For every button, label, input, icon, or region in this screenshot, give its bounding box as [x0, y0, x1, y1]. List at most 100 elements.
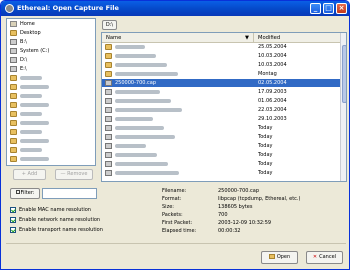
- place-item[interactable]: [7, 137, 95, 145]
- open-capture-file-dialog: Ethereal: Open Capture File _ □ × Home De…: [0, 0, 350, 270]
- place-item[interactable]: Desktop: [7, 29, 95, 37]
- maximize-button[interactable]: □: [323, 3, 334, 14]
- info-label: Format:: [162, 196, 182, 202]
- obscured-label: [20, 76, 42, 80]
- mac-resolution-label[interactable]: Enable MAC name resolution: [19, 207, 91, 213]
- place-item[interactable]: [7, 83, 95, 91]
- place-label: D:\: [20, 57, 28, 63]
- file-modified: 29.10.2003: [258, 116, 287, 122]
- place-item[interactable]: Home: [7, 20, 95, 28]
- obscured-file-name: [115, 62, 167, 67]
- place-item[interactable]: B:\: [7, 38, 95, 46]
- file-icon: [105, 133, 112, 140]
- network-resolution-label[interactable]: Enable network name resolution: [19, 217, 100, 223]
- place-label: Desktop: [20, 30, 41, 36]
- open-button[interactable]: Open: [261, 251, 298, 264]
- place-item[interactable]: [7, 92, 95, 100]
- info-value: 250000-700.cap: [218, 188, 260, 194]
- file-icon: [105, 169, 112, 176]
- places-list: Home Desktop B:\ System (C:) D:\ E:\: [6, 18, 96, 166]
- file-list-scrollbar[interactable]: [340, 33, 346, 181]
- info-label: Filename:: [162, 188, 187, 194]
- obscured-label: [20, 130, 42, 134]
- place-item[interactable]: [7, 128, 95, 136]
- place-item[interactable]: E:\: [7, 65, 95, 73]
- file-row[interactable]: Montag: [102, 70, 340, 78]
- file-row[interactable]: 10.03.2004: [102, 61, 340, 69]
- sort-arrow-icon: ▼: [245, 35, 249, 41]
- filter-icon: [15, 190, 20, 194]
- obscured-file-name: [115, 116, 153, 121]
- file-row[interactable]: 22.03.2004: [102, 106, 340, 114]
- folder-icon: [10, 129, 17, 135]
- file-modified: Today: [258, 134, 273, 140]
- file-modified: 10.03.2004: [258, 62, 287, 68]
- file-icon: [105, 124, 112, 131]
- place-item[interactable]: [7, 101, 95, 109]
- info-value: 138605 bytes: [218, 204, 253, 210]
- obscured-file-name: [115, 44, 145, 49]
- column-header-name[interactable]: Name ▼: [102, 33, 254, 43]
- file-row[interactable]: Today: [102, 169, 340, 177]
- file-row[interactable]: 250000-700.cap 02.05.2004: [102, 79, 340, 87]
- folder-icon: [10, 30, 17, 36]
- file-icon: [105, 79, 112, 86]
- folder-icon: [10, 102, 17, 108]
- file-row[interactable]: Today: [102, 133, 340, 141]
- file-modified: Today: [258, 152, 273, 158]
- separator: [6, 243, 346, 244]
- obscured-file-name: [115, 53, 156, 58]
- close-button[interactable]: ×: [336, 3, 347, 14]
- filter-button[interactable]: Filter:: [10, 188, 40, 199]
- place-item[interactable]: [7, 110, 95, 118]
- folder-icon: [105, 70, 112, 77]
- folder-icon: [10, 147, 17, 153]
- obscured-label: [20, 85, 49, 89]
- place-item[interactable]: [7, 155, 95, 163]
- file-row[interactable]: 29.10.2003: [102, 115, 340, 123]
- network-resolution-checkbox[interactable]: [10, 217, 16, 223]
- drive-icon: [10, 39, 17, 45]
- file-row[interactable]: Today: [102, 151, 340, 159]
- mac-resolution-checkbox[interactable]: [10, 207, 16, 213]
- minimize-button[interactable]: _: [310, 3, 321, 14]
- place-item[interactable]: D:\: [7, 56, 95, 64]
- folder-icon: [10, 120, 17, 126]
- scrollbar-thumb[interactable]: [342, 45, 346, 103]
- folder-icon: [10, 75, 17, 81]
- cancel-button[interactable]: ✕ Cancel: [306, 251, 343, 264]
- file-modified: Today: [258, 170, 273, 176]
- obscured-label: [20, 103, 49, 107]
- file-modified: 25.05.2004: [258, 44, 287, 50]
- file-row[interactable]: Today: [102, 124, 340, 132]
- remove-place-button[interactable]: — Remove: [55, 169, 93, 180]
- folder-icon: [105, 52, 112, 59]
- obscured-file-name: [115, 125, 164, 130]
- drive-icon: [10, 57, 17, 63]
- file-row[interactable]: Today: [102, 160, 340, 168]
- add-place-button[interactable]: + Add: [13, 169, 46, 180]
- file-row[interactable]: Today: [102, 142, 340, 150]
- obscured-label: [20, 139, 49, 143]
- file-icon: [105, 106, 112, 113]
- transport-resolution-label[interactable]: Enable transport name resolution: [19, 227, 103, 233]
- column-header-modified[interactable]: Modified: [254, 33, 340, 43]
- place-item[interactable]: [7, 74, 95, 82]
- filter-input[interactable]: [42, 188, 97, 199]
- path-button-d[interactable]: D:\: [102, 20, 117, 30]
- place-item[interactable]: [7, 146, 95, 154]
- file-modified: 02.05.2004: [258, 80, 287, 86]
- transport-resolution-checkbox[interactable]: [10, 227, 16, 233]
- folder-icon: [10, 138, 17, 144]
- file-row[interactable]: 17.09.2003: [102, 88, 340, 96]
- file-modified: Today: [258, 125, 273, 131]
- obscured-file-name: [115, 98, 171, 103]
- place-item[interactable]: System (C:): [7, 47, 95, 55]
- file-row[interactable]: 25.05.2004: [102, 43, 340, 51]
- place-item[interactable]: [7, 119, 95, 127]
- obscured-label: [20, 94, 42, 98]
- file-row[interactable]: 01.06.2004: [102, 97, 340, 105]
- folder-icon: [105, 43, 112, 50]
- home-icon: [10, 21, 17, 27]
- file-row[interactable]: 10.03.2004: [102, 52, 340, 60]
